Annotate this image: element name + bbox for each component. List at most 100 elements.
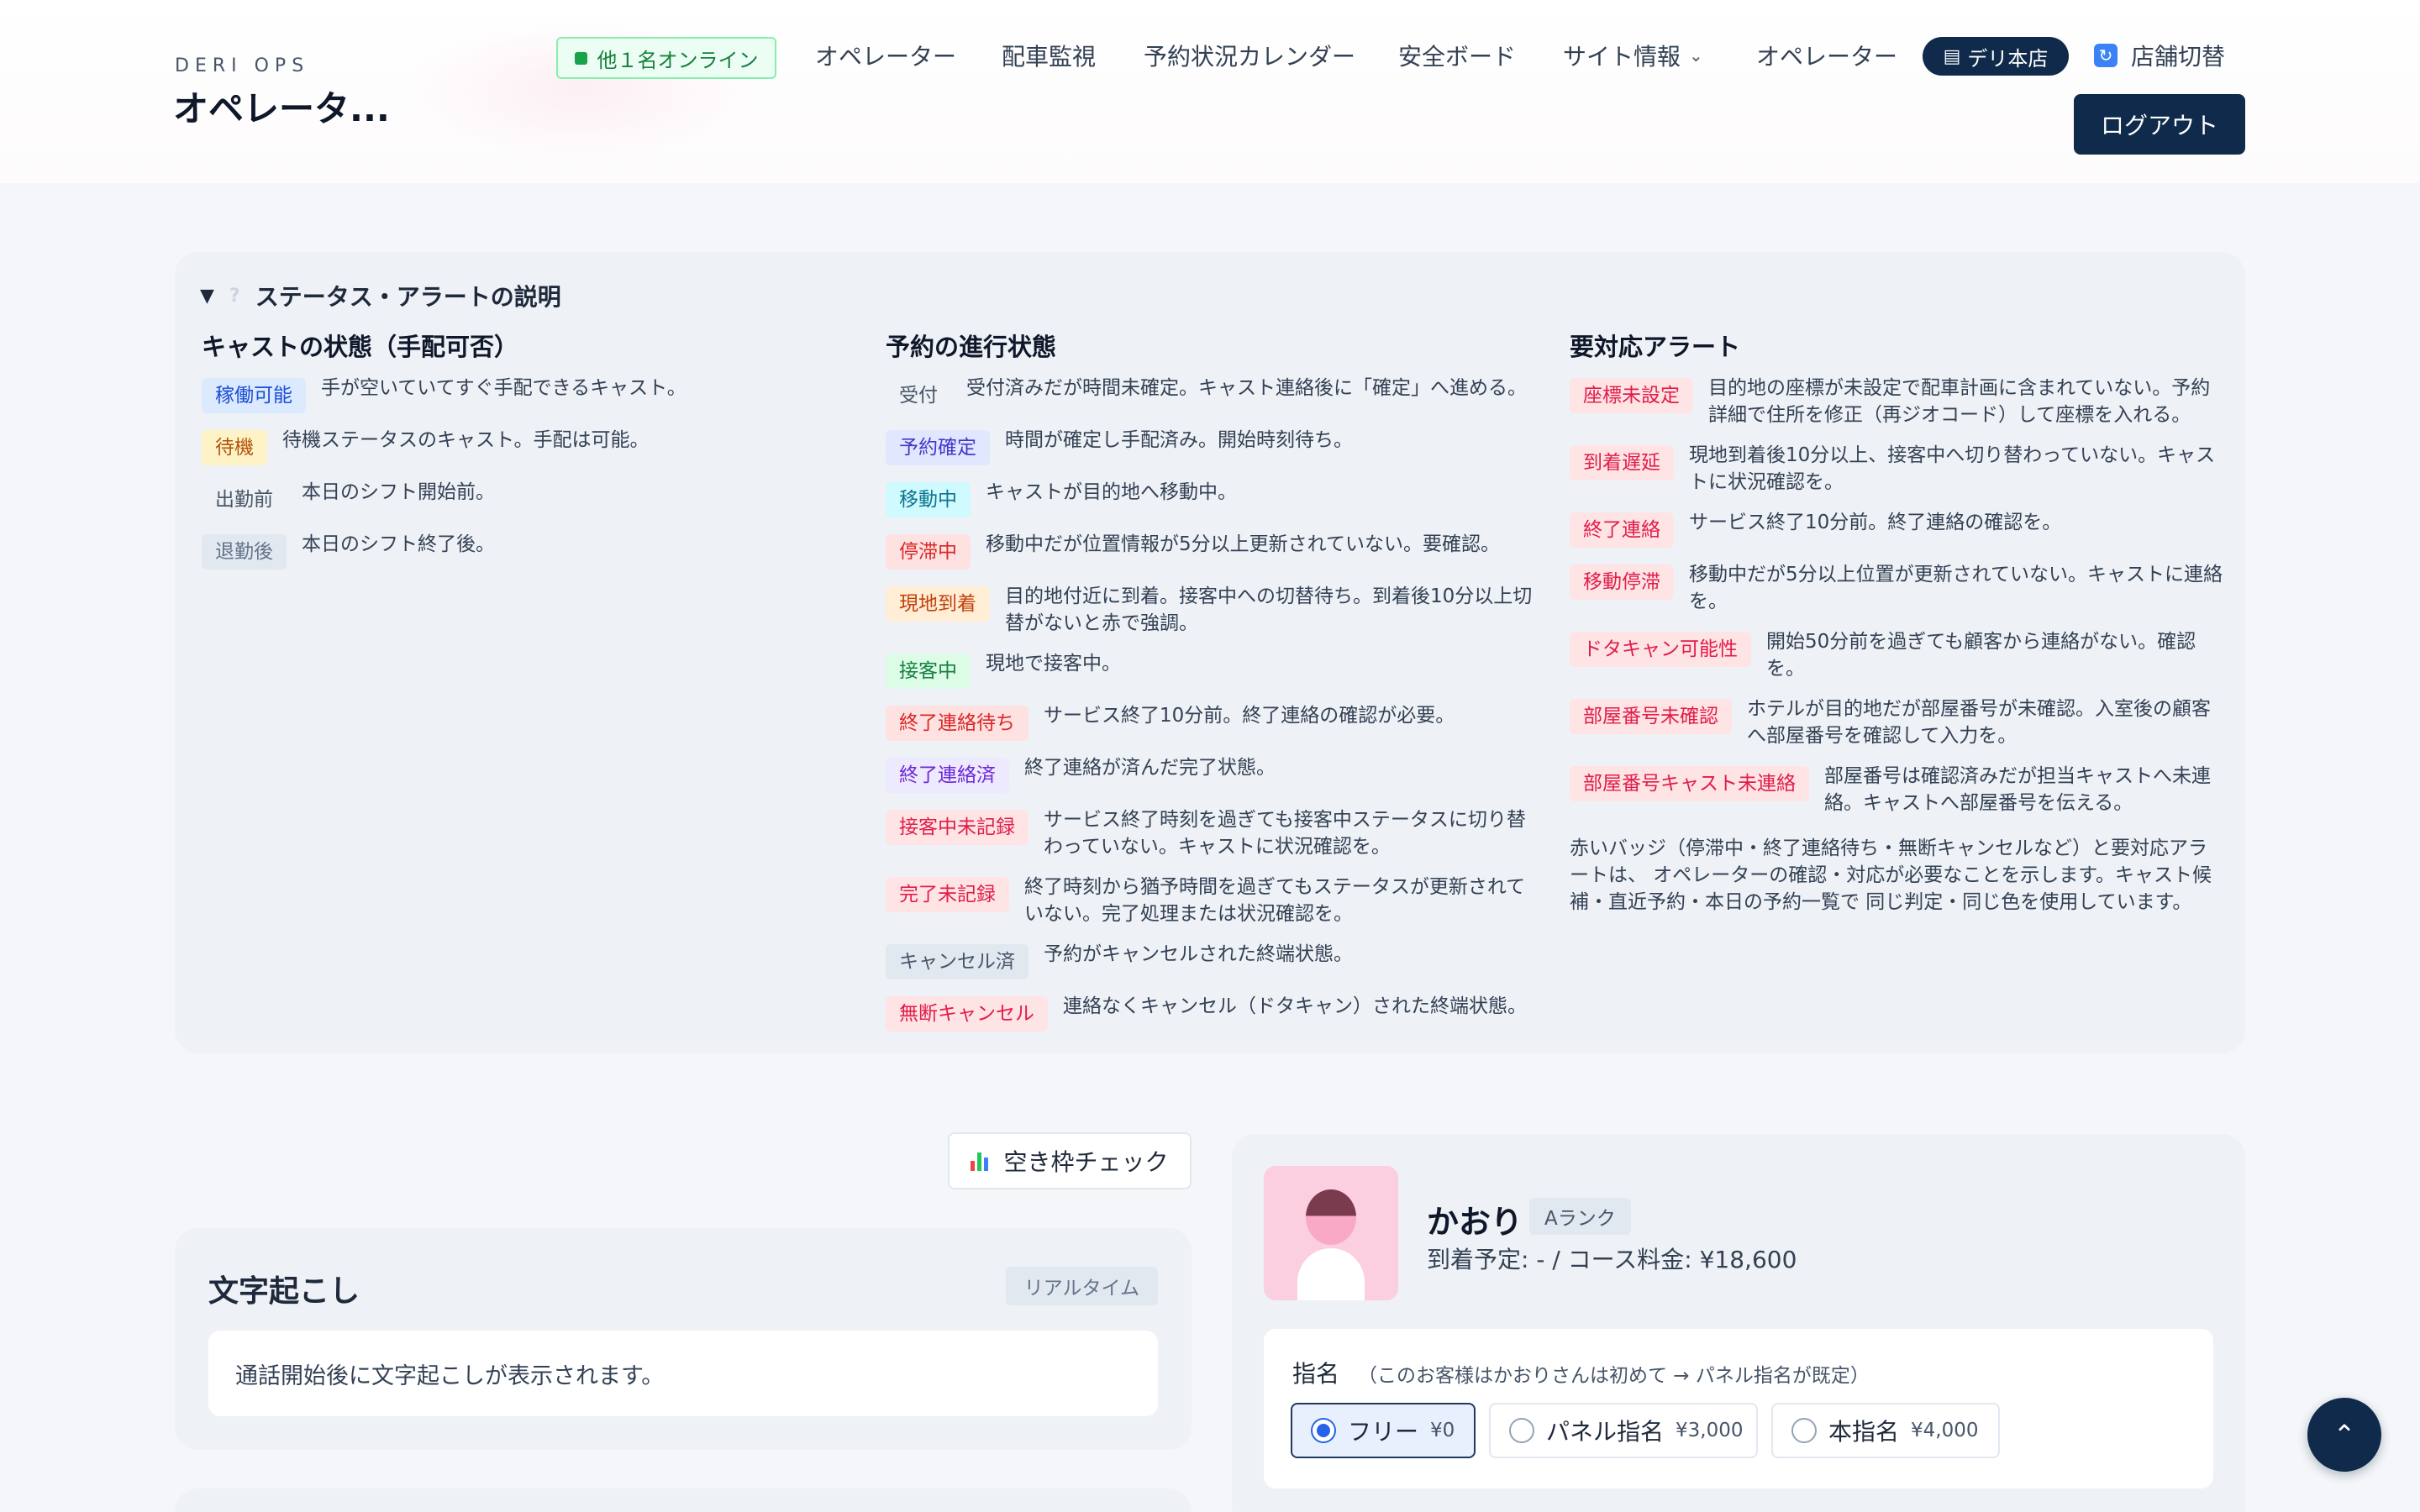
status-badge: 停滞中: [886, 534, 971, 570]
status-badge: 終了連絡済: [886, 758, 1009, 793]
alert-badge: 移動停滞: [1570, 564, 1674, 600]
status-badge: 完了未記録: [886, 877, 1009, 912]
option-price: ¥3,000: [1676, 1420, 1744, 1441]
legend-item: 待機 待機ステータスのキャスト。手配は可能。: [202, 427, 857, 465]
legend-item: 到着遅延 現地到着後10分以上、接客中へ切り替わっていない。キャストに状況確認を…: [1570, 442, 2225, 496]
status-desc: キャストが目的地へ移動中。: [986, 481, 1237, 503]
option-label: 本指名: [1828, 1418, 1900, 1446]
legend-item: 終了連絡済 終了連絡が済んだ完了状態。: [886, 754, 1541, 793]
legend-item: 移動中 キャストが目的地へ移動中。: [886, 479, 1541, 517]
nomination-section: 指名 （このお客様はかおりさんは初めて → パネル指名が既定） フリー ¥0 パ…: [1264, 1329, 2213, 1488]
legend-item: ドタキャン可能性 開始50分前を過ぎても顧客から連絡がない。確認を。: [1570, 628, 2225, 682]
nomination-option-free[interactable]: フリー ¥0: [1291, 1403, 1476, 1458]
chevron-up-icon: ⌃: [2333, 1419, 2356, 1451]
refresh-icon: ↻: [2094, 44, 2118, 67]
status-badge: 接客中: [886, 654, 971, 689]
legend-item: 完了未記録 終了時刻から猶予時間を過ぎてもステータスが更新されていない。完了処理…: [886, 874, 1541, 927]
alert-badge: 部屋番号未確認: [1570, 699, 1732, 734]
alert-desc: 移動中だが5分以上位置が更新されていない。キャストに連絡を。: [1689, 564, 2223, 612]
nav-safety-board[interactable]: 安全ボード: [1398, 37, 1516, 74]
store-icon: ▤: [1943, 45, 1961, 67]
nav-dispatch-monitor[interactable]: 配車監視: [1002, 37, 1096, 74]
option-label: フリー: [1348, 1418, 1419, 1446]
status-desc: 予約がキャンセルされた終端状態。: [1044, 943, 1353, 965]
page-title: オペレータ...: [173, 88, 390, 129]
alerts-column: 要対応アラート 座標未設定 目的地の座標が未設定で配車計画に含まれていない。予約…: [1570, 328, 2225, 916]
legend-toggle[interactable]: ▼ ? ステータス・アラートの説明: [200, 279, 561, 312]
store-pill-label: デリ本店: [1967, 46, 2049, 71]
status-desc: 移動中だが位置情報が5分以上更新されていない。要確認。: [986, 533, 1500, 555]
current-store-pill[interactable]: ▤ デリ本店: [1923, 37, 2069, 76]
radio-selected-icon: [1311, 1418, 1336, 1443]
avatar-head: [1306, 1189, 1356, 1245]
status-badge: キャンセル済: [886, 944, 1028, 979]
legend-item: 無断キャンセル 連絡なくキャンセル（ドタキャン）された終端状態。: [886, 993, 1541, 1032]
alert-desc: ホテルが目的地だが部屋番号が未確認。入室後の顧客へ部屋番号を確認して入力を。: [1747, 698, 2211, 747]
alert-badge: 到着遅延: [1570, 445, 1674, 480]
triangle-down-icon: ▼: [200, 285, 214, 307]
booking-status-column: 予約の進行状態 受付 受付済みだが時間未確定。キャスト連絡後に「確定」へ進める。…: [886, 328, 1541, 1045]
legend-note: 赤いバッジ（停滞中・終了連絡待ち・無断キャンセルなど）と要対応アラートは、 オペ…: [1570, 837, 2212, 913]
legend-item: 座標未設定 目的地の座標が未設定で配車計画に含まれていない。予約詳細で住所を修正…: [1570, 375, 2225, 428]
transcript-body: 通話開始後に文字起こしが表示されます。: [208, 1331, 1158, 1416]
status-desc: 本日のシフト開始前。: [302, 481, 495, 503]
alert-desc: 目的地の座標が未設定で配車計画に含まれていない。予約詳細で住所を修正（再ジオコー…: [1708, 377, 2211, 426]
status-desc: 受付済みだが時間未確定。キャスト連絡後に「確定」へ進める。: [966, 377, 1527, 399]
legend-item: 停滞中 移動中だが位置情報が5分以上更新されていない。要確認。: [886, 531, 1541, 570]
status-desc: 待機ステータスのキャスト。手配は可能。: [282, 429, 650, 451]
column-heading: キャストの状態（手配可否）: [202, 333, 519, 361]
legend-item: キャンセル済 予約がキャンセルされた終端状態。: [886, 941, 1541, 979]
cast-name: かおり: [1427, 1204, 1523, 1241]
switch-store-link[interactable]: ↻ 店舗切替: [2094, 37, 2225, 74]
alert-desc: 部屋番号は確認済みだが担当キャストへ未連絡。キャストへ部屋番号を伝える。: [1824, 765, 2211, 814]
nomination-option-panel[interactable]: パネル指名 ¥3,000: [1489, 1403, 1758, 1458]
legend-item: 予約確定 時間が確定し手配済み。開始時刻待ち。: [886, 427, 1541, 465]
bar-chart-icon: [971, 1151, 989, 1171]
legend-item: 退勤後 本日のシフト終了後。: [202, 531, 857, 570]
vacancy-check-button[interactable]: 空き枠チェック: [948, 1132, 1192, 1189]
status-legend-panel: ▼ ? ステータス・アラートの説明 キャストの状態（手配可否） 稼働可能 手が空…: [175, 252, 2245, 1053]
logout-button[interactable]: ログアウト: [2074, 94, 2245, 155]
legend-item: 稼働可能 手が空いていてすぐ手配できるキャスト。: [202, 375, 857, 413]
nav-label: オペレーター: [1756, 43, 1898, 71]
status-desc: 連絡なくキャンセル（ドタキャン）された終端状態。: [1063, 995, 1527, 1017]
nav-label: 配車監視: [1002, 43, 1097, 71]
status-desc: 現地で接客中。: [986, 653, 1121, 675]
alert-desc: サービス終了10分前。終了連絡の確認を。: [1689, 512, 2062, 533]
column-heading: 予約の進行状態: [886, 333, 1057, 361]
nav-booking-calendar[interactable]: 予約状況カレンダー: [1144, 37, 1355, 74]
legend-item: 終了連絡 サービス終了10分前。終了連絡の確認を。: [1570, 509, 2225, 548]
alert-badge: 部屋番号キャスト未連絡: [1570, 766, 1809, 801]
legend-item: 部屋番号未確認 ホテルが目的地だが部屋番号が未確認。入室後の顧客へ部屋番号を確認…: [1570, 696, 2225, 749]
legend-item: 接客中 現地で接客中。: [886, 650, 1541, 689]
nomination-hint: （このお客様はかおりさんは初めて → パネル指名が既定）: [1358, 1365, 1870, 1387]
status-badge: 受付: [899, 385, 938, 407]
legend-item: 出勤前 本日のシフト開始前。: [202, 479, 857, 517]
nav-operator[interactable]: オペレーター: [815, 37, 956, 74]
alert-badge: 終了連絡: [1570, 512, 1674, 548]
nav-label: オペレーター: [815, 43, 957, 71]
top-header: DERI OPS オペレータ... 他１名オンライン オペレーター 配車監視 予…: [0, 0, 2420, 183]
radio-icon: [1509, 1418, 1534, 1443]
status-desc: 終了連絡が済んだ完了状態。: [1024, 757, 1276, 779]
cast-card: かおり Aランク 到着予定: - / コース料金: ¥18,600 指名 （この…: [1232, 1134, 2245, 1512]
chevron-down-icon: ⌄: [1689, 45, 1703, 66]
status-badge: 終了連絡待ち: [886, 706, 1028, 741]
cast-status-column: キャストの状態（手配可否） 稼働可能 手が空いていてすぐ手配できるキャスト。 待…: [202, 328, 857, 583]
status-badge: 予約確定: [886, 430, 990, 465]
nomination-option-main[interactable]: 本指名 ¥4,000: [1771, 1403, 2000, 1458]
legend-item: 接客中未記録 サービス終了時刻を過ぎても接客中ステータスに切り替わっていない。キ…: [886, 806, 1541, 860]
switch-store-label: 店舗切替: [2131, 43, 2226, 71]
brand-subtitle: DERI OPS: [175, 55, 310, 76]
status-badge: 移動中: [886, 482, 971, 517]
status-desc: 時間が確定し手配済み。開始時刻待ち。: [1005, 429, 1353, 451]
alert-desc: 開始50分前を過ぎても顧客から連絡がない。確認を。: [1766, 631, 2196, 680]
nav-operator-2[interactable]: オペレーター: [1756, 37, 1897, 74]
nav-site-info[interactable]: サイト情報 ⌄: [1563, 37, 1703, 74]
status-badge: 出勤前: [215, 489, 273, 511]
status-desc: 終了時刻から猶予時間を過ぎてもステータスが更新されていない。完了処理または状況確…: [1024, 876, 1526, 925]
status-badge: 稼働可能: [202, 378, 306, 413]
scroll-to-top-button[interactable]: ⌃: [2307, 1398, 2381, 1472]
option-price: ¥0: [1430, 1420, 1455, 1441]
legend-item: 移動停滞 移動中だが5分以上位置が更新されていない。キャストに連絡を。: [1570, 561, 2225, 615]
